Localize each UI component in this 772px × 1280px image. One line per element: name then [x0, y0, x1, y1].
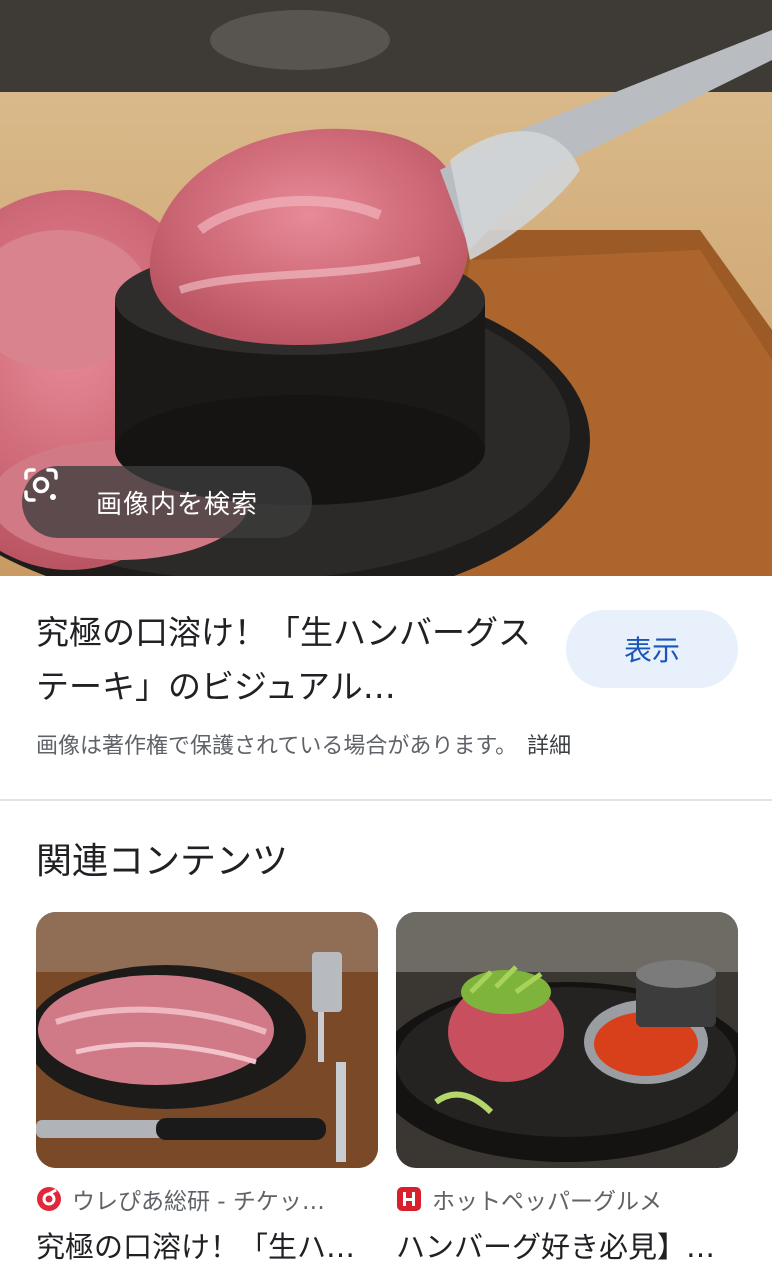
- thumbnail-illustration-1: [36, 912, 378, 1168]
- related-source[interactable]: ウレぴあ総研 - チケッ…: [36, 1182, 378, 1216]
- copyright-notice: 画像は著作権で保護されている場合があります。 詳細: [36, 728, 571, 760]
- hero-image[interactable]: 画像内を検索: [0, 0, 772, 576]
- related-card-2[interactable]: ホットペッパーグルメ ハンバーグ好き必見】…: [396, 912, 738, 1266]
- related-source-name: ウレぴあ総研 - チケッ…: [72, 1189, 325, 1215]
- search-in-image-button[interactable]: 画像内を検索: [22, 466, 312, 538]
- hotpepper-icon: [396, 1186, 422, 1212]
- section-divider: [0, 799, 772, 801]
- details-link[interactable]: 詳細: [527, 734, 571, 759]
- thumbnail-illustration-2: [396, 912, 738, 1168]
- related-source[interactable]: ホットペッパーグルメ: [396, 1182, 738, 1216]
- related-thumbnail[interactable]: [396, 912, 738, 1168]
- related-content-heading: 関連コンテンツ: [36, 841, 289, 882]
- related-thumbnail[interactable]: [36, 912, 378, 1168]
- result-title[interactable]: 究極の口溶け！「生ハンバーグステーキ」のビジュアル…: [36, 606, 546, 714]
- view-button[interactable]: 表示: [566, 610, 738, 688]
- search-in-image-label: 画像内を検索: [96, 489, 259, 520]
- related-card-title[interactable]: 究極の口溶け！「生ハ…: [36, 1224, 378, 1266]
- red-swirl-icon: [36, 1186, 62, 1212]
- lens-icon: [24, 468, 80, 522]
- related-card-title[interactable]: ハンバーグ好き必見】…: [396, 1224, 738, 1266]
- copyright-text: 画像は著作権で保護されている場合があります。: [36, 734, 518, 759]
- related-card-1[interactable]: ウレぴあ総研 - チケッ… 究極の口溶け！「生ハ…: [36, 912, 378, 1266]
- related-source-name: ホットペッパーグルメ: [432, 1189, 662, 1215]
